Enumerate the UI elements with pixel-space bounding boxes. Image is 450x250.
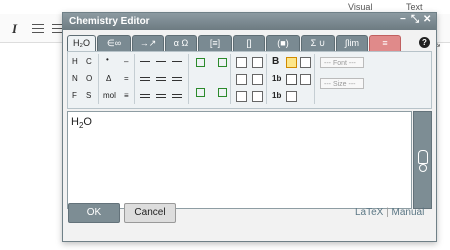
dialog-title: Chemistry Editor bbox=[69, 16, 150, 27]
cancel-button[interactable]: Cancel bbox=[124, 203, 176, 223]
font-select[interactable]: --- Font --- bbox=[320, 57, 364, 68]
equilibrium-over-icon[interactable] bbox=[172, 77, 182, 78]
ok-button[interactable]: OK bbox=[68, 203, 120, 223]
symbol-double-bond[interactable]: = bbox=[124, 74, 129, 83]
symbol-delta[interactable]: Δ bbox=[106, 74, 111, 83]
minimize-icon[interactable]: − bbox=[400, 14, 406, 25]
box-icon[interactable] bbox=[286, 74, 297, 85]
paste-special-icon[interactable] bbox=[252, 91, 263, 102]
footer-links: LaTeX | Manual bbox=[355, 207, 425, 218]
subscript-left-icon[interactable] bbox=[196, 88, 205, 97]
equilibrium-4-icon[interactable] bbox=[172, 94, 182, 95]
bullet-list-icon[interactable] bbox=[32, 24, 44, 33]
equilibrium-arrow-icon[interactable] bbox=[140, 77, 150, 78]
symbol-triple-bond[interactable]: ≡ bbox=[124, 91, 129, 100]
equilibrium-3-icon[interactable] bbox=[156, 94, 166, 95]
undo-icon[interactable] bbox=[252, 57, 263, 68]
element-f[interactable]: F bbox=[72, 91, 77, 100]
wrap-icon[interactable] bbox=[300, 74, 311, 85]
isotope-right-icon[interactable] bbox=[218, 58, 227, 67]
tab-chemistry[interactable]: H₂O bbox=[67, 35, 96, 52]
element-h[interactable]: H bbox=[72, 57, 78, 66]
tab-sets[interactable]: ∈∞ bbox=[97, 35, 131, 51]
symbol-dash[interactable]: – bbox=[124, 57, 128, 66]
paste-icon[interactable] bbox=[236, 91, 247, 102]
arrow-right-over-icon[interactable] bbox=[172, 61, 182, 62]
element-c[interactable]: C bbox=[86, 57, 92, 66]
arrow-right-label-icon[interactable] bbox=[156, 61, 166, 62]
formula-text: H2O bbox=[71, 116, 92, 131]
element-o[interactable]: O bbox=[86, 74, 92, 83]
copy-icon[interactable] bbox=[236, 57, 247, 68]
tab-matrix[interactable]: [≡] bbox=[198, 35, 232, 51]
symbol-mol[interactable]: mol bbox=[103, 91, 116, 100]
dialog-titlebar[interactable]: Chemistry Editor − ⤡ ✕ bbox=[63, 13, 436, 30]
tab-calculus[interactable]: ∫lim bbox=[336, 35, 368, 51]
arrow-right-icon[interactable] bbox=[140, 61, 150, 62]
restore-icon[interactable]: ⤡ bbox=[411, 14, 419, 25]
tab-brackets[interactable]: [] bbox=[233, 35, 265, 51]
element-s[interactable]: S bbox=[86, 91, 91, 100]
close-icon[interactable]: ✕ bbox=[423, 14, 431, 25]
handwriting-panel-toggle[interactable] bbox=[413, 111, 432, 209]
symbol-dot[interactable]: • bbox=[106, 55, 109, 64]
lasso-icon bbox=[418, 150, 428, 164]
tab-custom[interactable]: ≡ bbox=[369, 35, 401, 51]
italic-tt-button[interactable]: 1b bbox=[272, 91, 281, 100]
formula-editor-area[interactable]: H2O bbox=[67, 111, 412, 209]
subscript-right-icon[interactable] bbox=[218, 88, 227, 97]
tab-fences[interactable]: (■) bbox=[266, 35, 300, 51]
tab-greek[interactable]: α Ω bbox=[165, 35, 197, 51]
help-icon[interactable]: ? bbox=[419, 37, 430, 48]
equilibrium-label-icon[interactable] bbox=[156, 77, 166, 78]
size-select[interactable]: --- Size --- bbox=[320, 78, 364, 89]
text-color-icon[interactable] bbox=[286, 57, 297, 68]
highlight-icon[interactable] bbox=[300, 57, 311, 68]
redo-icon[interactable] bbox=[252, 74, 263, 85]
symbol-palette: H C N O F S • – Δ = mol ≡ B 1b 1b --- Fo… bbox=[67, 51, 432, 109]
tab-text[interactable]: Text bbox=[406, 2, 423, 12]
manual-link[interactable]: Manual bbox=[392, 207, 425, 218]
bold-sub-button[interactable]: 1b bbox=[272, 74, 281, 83]
equilibrium-2-icon[interactable] bbox=[140, 94, 150, 95]
tab-visual[interactable]: Visual bbox=[348, 2, 372, 12]
editor-mode-tabs: Visual Text bbox=[340, 0, 450, 12]
bold-button[interactable]: B bbox=[272, 56, 279, 67]
chemistry-editor-dialog: Chemistry Editor − ⤡ ✕ H₂O ∈∞ →↗ α Ω [≡]… bbox=[62, 12, 437, 242]
latex-link[interactable]: LaTeX bbox=[355, 207, 383, 218]
text-height-icon[interactable] bbox=[286, 91, 297, 102]
tab-arrows[interactable]: →↗ bbox=[132, 35, 164, 51]
cut-icon[interactable] bbox=[236, 74, 247, 85]
isotope-left-icon[interactable] bbox=[196, 58, 205, 67]
element-n[interactable]: N bbox=[72, 74, 78, 83]
italic-icon[interactable]: I bbox=[12, 21, 17, 37]
tab-operators[interactable]: Σ ∪ bbox=[301, 35, 335, 51]
